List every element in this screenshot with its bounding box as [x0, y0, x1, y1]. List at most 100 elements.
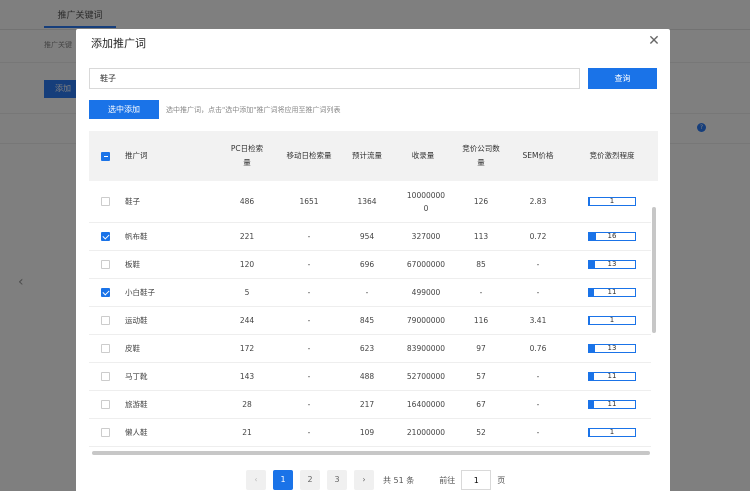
goto-page-input[interactable] [461, 470, 492, 490]
next-page-button[interactable]: › [354, 470, 374, 490]
table-row[interactable]: 懒人鞋 21 - 109 21000000 52 - 1 [89, 419, 651, 447]
cell-keyword: 鞋子 [125, 197, 140, 206]
cell-flow: 623 [359, 344, 375, 353]
row-checkbox[interactable] [100, 316, 110, 325]
row-checkbox-cell[interactable] [95, 335, 115, 362]
table-row[interactable]: 旅游鞋 28 - 217 16400000 67 - 11 [89, 391, 651, 419]
cell-competition: 13 [577, 251, 647, 278]
select-add-button[interactable]: 选中添加 [89, 100, 159, 119]
prev-page-button[interactable]: ‹ [246, 470, 266, 490]
cell-mobile: - [307, 428, 311, 437]
table-row[interactable]: 皮鞋 172 - 623 83900000 97 0.76 13 [89, 335, 651, 363]
cell-sem: 0.76 [529, 344, 547, 353]
row-checkbox-cell[interactable] [95, 391, 115, 418]
competition-bar: 11 [588, 372, 636, 381]
competition-bar: 1 [588, 197, 636, 206]
cell-sem: 3.41 [529, 316, 547, 325]
table-row[interactable]: 板鞋 120 - 696 67000000 85 - 13 [89, 251, 651, 279]
cell-companies: 67 [476, 400, 486, 409]
cell-companies: 116 [473, 316, 489, 325]
cell-companies: - [479, 288, 483, 297]
row-checkbox[interactable] [100, 260, 110, 269]
search-button[interactable]: 查询 [588, 68, 657, 89]
competition-bar: 13 [588, 344, 636, 353]
search-input[interactable] [89, 68, 580, 89]
cell-sem: 0.72 [529, 232, 547, 241]
table-row[interactable]: 帆布鞋 221 - 954 327000 113 0.72 16 [89, 223, 651, 251]
cell-competition: 11 [577, 391, 647, 418]
cell-sem: - [536, 372, 540, 381]
close-icon[interactable]: ✕ [646, 33, 662, 49]
cell-index: 21000000 [406, 428, 446, 437]
competition-value: 13 [607, 260, 617, 268]
cell-pc: 221 [239, 232, 255, 241]
competition-value: 1 [609, 316, 615, 324]
cell-competition: 16 [577, 223, 647, 250]
row-checkbox-cell[interactable] [95, 307, 115, 334]
competition-bar: 16 [588, 232, 636, 241]
row-checkbox-cell[interactable] [95, 363, 115, 390]
cell-companies: 57 [476, 372, 486, 381]
vertical-scrollbar[interactable] [652, 207, 656, 333]
row-checkbox[interactable] [100, 372, 110, 381]
cell-competition: 1 [577, 419, 647, 446]
competition-value: 11 [607, 288, 617, 296]
header-mobile-search: 移动日检索量 [286, 151, 332, 160]
cell-competition: 1 [577, 181, 647, 222]
cell-sem: 2.83 [529, 197, 547, 206]
row-checkbox-cell[interactable] [95, 223, 115, 250]
cell-competition: 13 [577, 335, 647, 362]
cell-index: 79000000 [406, 316, 446, 325]
row-checkbox-cell[interactable] [95, 419, 115, 446]
cell-pc: 21 [242, 428, 252, 437]
table-row[interactable]: 小白鞋子 5 - - 499000 - - 11 [89, 279, 651, 307]
competition-bar: 11 [588, 400, 636, 409]
table-row[interactable]: 鞋子 486 1651 1364 100000000 126 2.83 1 [89, 181, 651, 223]
cell-companies: 126 [473, 197, 489, 206]
row-checkbox[interactable] [100, 428, 110, 437]
row-checkbox[interactable] [100, 232, 110, 241]
cell-pc: 244 [239, 316, 255, 325]
competition-value: 1 [609, 197, 615, 205]
cell-sem: - [536, 400, 540, 409]
cell-companies: 52 [476, 428, 486, 437]
select-all-cell[interactable] [95, 131, 115, 181]
page-button-1[interactable]: 1 [273, 470, 293, 490]
cell-sem: - [536, 288, 540, 297]
cell-keyword: 帆布鞋 [125, 232, 148, 241]
cell-flow: 1364 [357, 197, 377, 206]
page-button-3[interactable]: 3 [327, 470, 347, 490]
table-row[interactable]: 马丁靴 143 - 488 52700000 57 - 11 [89, 363, 651, 391]
cell-keyword: 皮鞋 [125, 344, 140, 353]
row-checkbox[interactable] [100, 344, 110, 353]
competition-bar: 11 [588, 288, 636, 297]
select-all-checkbox[interactable] [100, 151, 110, 161]
cell-index: 16400000 [406, 400, 446, 409]
row-checkbox-cell[interactable] [95, 251, 115, 278]
row-checkbox-cell[interactable] [95, 181, 115, 222]
add-keyword-dialog: 添加推广词 ✕ 查询 选中添加 选中推广词，点击"选中添加"推广词将应用至推广词… [76, 29, 670, 491]
cell-mobile: - [307, 372, 311, 381]
row-checkbox[interactable] [100, 197, 110, 206]
cell-pc: 172 [239, 344, 255, 353]
competition-value: 16 [607, 232, 617, 240]
dialog-title: 添加推广词 [91, 37, 146, 50]
table-row[interactable]: 运动鞋 244 - 845 79000000 116 3.41 1 [89, 307, 651, 335]
page-button-2[interactable]: 2 [300, 470, 320, 490]
cell-flow: 954 [359, 232, 375, 241]
table-header: 推广词 PC日检索量 移动日检索量 预计流量 收录量 竞价公司数量 SEM价格 … [89, 131, 658, 181]
horizontal-scrollbar[interactable] [92, 451, 650, 455]
competition-bar: 13 [588, 260, 636, 269]
competition-value: 13 [607, 344, 617, 352]
row-checkbox[interactable] [100, 288, 110, 297]
keyword-table: 推广词 PC日检索量 移动日检索量 预计流量 收录量 竞价公司数量 SEM价格 … [89, 131, 658, 455]
header-pc-search: PC日检索量 [230, 144, 264, 167]
row-checkbox-cell[interactable] [95, 279, 115, 306]
cell-mobile: 1651 [299, 197, 319, 206]
goto-unit: 页 [497, 475, 506, 485]
cell-pc: 28 [242, 400, 252, 409]
cell-flow: 696 [359, 260, 375, 269]
pagination: ‹ 1 2 3 › 共 51 条 前往 页 [246, 470, 505, 490]
row-checkbox[interactable] [100, 400, 110, 409]
cell-mobile: - [307, 316, 311, 325]
